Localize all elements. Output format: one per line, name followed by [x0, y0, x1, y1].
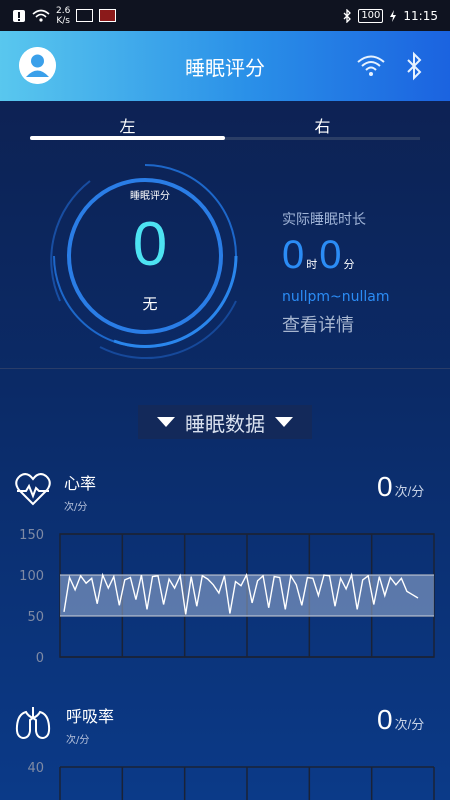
sleep-data-selector[interactable]: 睡眠数据	[138, 405, 312, 439]
heart-rate-unit: 次/分	[394, 484, 425, 499]
chevron-down-icon	[157, 417, 175, 427]
notification-app-icon	[76, 9, 94, 22]
sleep-minutes-unit: 分	[343, 259, 355, 271]
y-tick-label: 0	[36, 651, 44, 666]
wifi-status-icon	[32, 9, 50, 22]
section-divider	[0, 368, 450, 369]
respiration-chart: 40	[27, 761, 435, 800]
respiration-unit-small: 次/分	[66, 735, 90, 746]
respiration-unit: 次/分	[394, 717, 425, 732]
heart-rate-chart: 150 100 50 0	[19, 528, 435, 666]
y-tick-label: 40	[27, 761, 44, 776]
charging-icon	[390, 9, 397, 22]
alert-icon	[13, 9, 25, 22]
sleep-time-range: nullpm~nullam	[282, 289, 390, 305]
y-tick-label: 50	[27, 610, 44, 625]
status-bar-left: 2.6 K/s	[12, 6, 117, 26]
score-grade: 无	[142, 295, 158, 313]
bluetooth-status-icon	[343, 8, 352, 23]
net-speed-unit: K/s	[56, 15, 70, 26]
battery-indicator: 100	[358, 8, 384, 23]
lungs-icon	[15, 707, 51, 740]
avatar-icon	[19, 47, 56, 84]
heart-rate-value: 0	[377, 471, 393, 502]
page-title: 睡眠评分	[185, 57, 265, 80]
chevron-down-icon	[275, 417, 293, 427]
sleep-data-title: 睡眠数据	[185, 411, 265, 436]
sleep-duration-value: 0 时 0 分	[282, 233, 357, 278]
sleep-duration-label: 实际睡眠时长	[282, 212, 366, 228]
wifi-icon[interactable]	[356, 51, 386, 81]
respiration-value: 0	[377, 704, 393, 735]
heart-icon	[15, 473, 51, 506]
heart-rate-unit-small: 次/分	[64, 502, 88, 513]
heart-rate-value-group: 0 次/分	[377, 471, 424, 503]
sleep-hours: 0	[282, 233, 305, 277]
sleep-minutes: 0	[319, 233, 342, 277]
y-tick-label: 150	[19, 528, 44, 543]
net-speed: 2.6 K/s	[56, 6, 70, 26]
app-header: 睡眠评分	[0, 31, 450, 101]
score-label: 睡眠评分	[130, 191, 170, 202]
view-details-link[interactable]: 查看详情	[282, 311, 354, 337]
notification-app-icon-2	[99, 9, 117, 22]
tab-active-indicator	[30, 136, 225, 140]
side-tabs: 左 右	[30, 113, 420, 141]
y-tick-label: 100	[19, 569, 44, 584]
respiration-title: 呼吸率	[66, 707, 115, 726]
main-content: 左 右 睡眠评分 0 无 实际睡眠时长 0 时 0 分 nullpm~nulla…	[0, 101, 450, 800]
tab-right[interactable]: 右	[225, 113, 420, 137]
respiration-value-group: 0 次/分	[377, 704, 424, 736]
avatar-button[interactable]	[19, 47, 56, 84]
tab-left[interactable]: 左	[30, 113, 225, 137]
score-value: 0	[132, 210, 168, 279]
heart-rate-title: 心率	[64, 474, 97, 493]
bluetooth-icon[interactable]	[404, 51, 426, 81]
net-speed-value: 2.6	[56, 5, 71, 16]
status-bar: 2.6 K/s 100 11:15	[0, 0, 450, 31]
status-bar-right: 100 11:15	[342, 8, 438, 23]
sleep-hours-unit: 时	[306, 259, 318, 271]
clock: 11:15	[403, 8, 438, 23]
